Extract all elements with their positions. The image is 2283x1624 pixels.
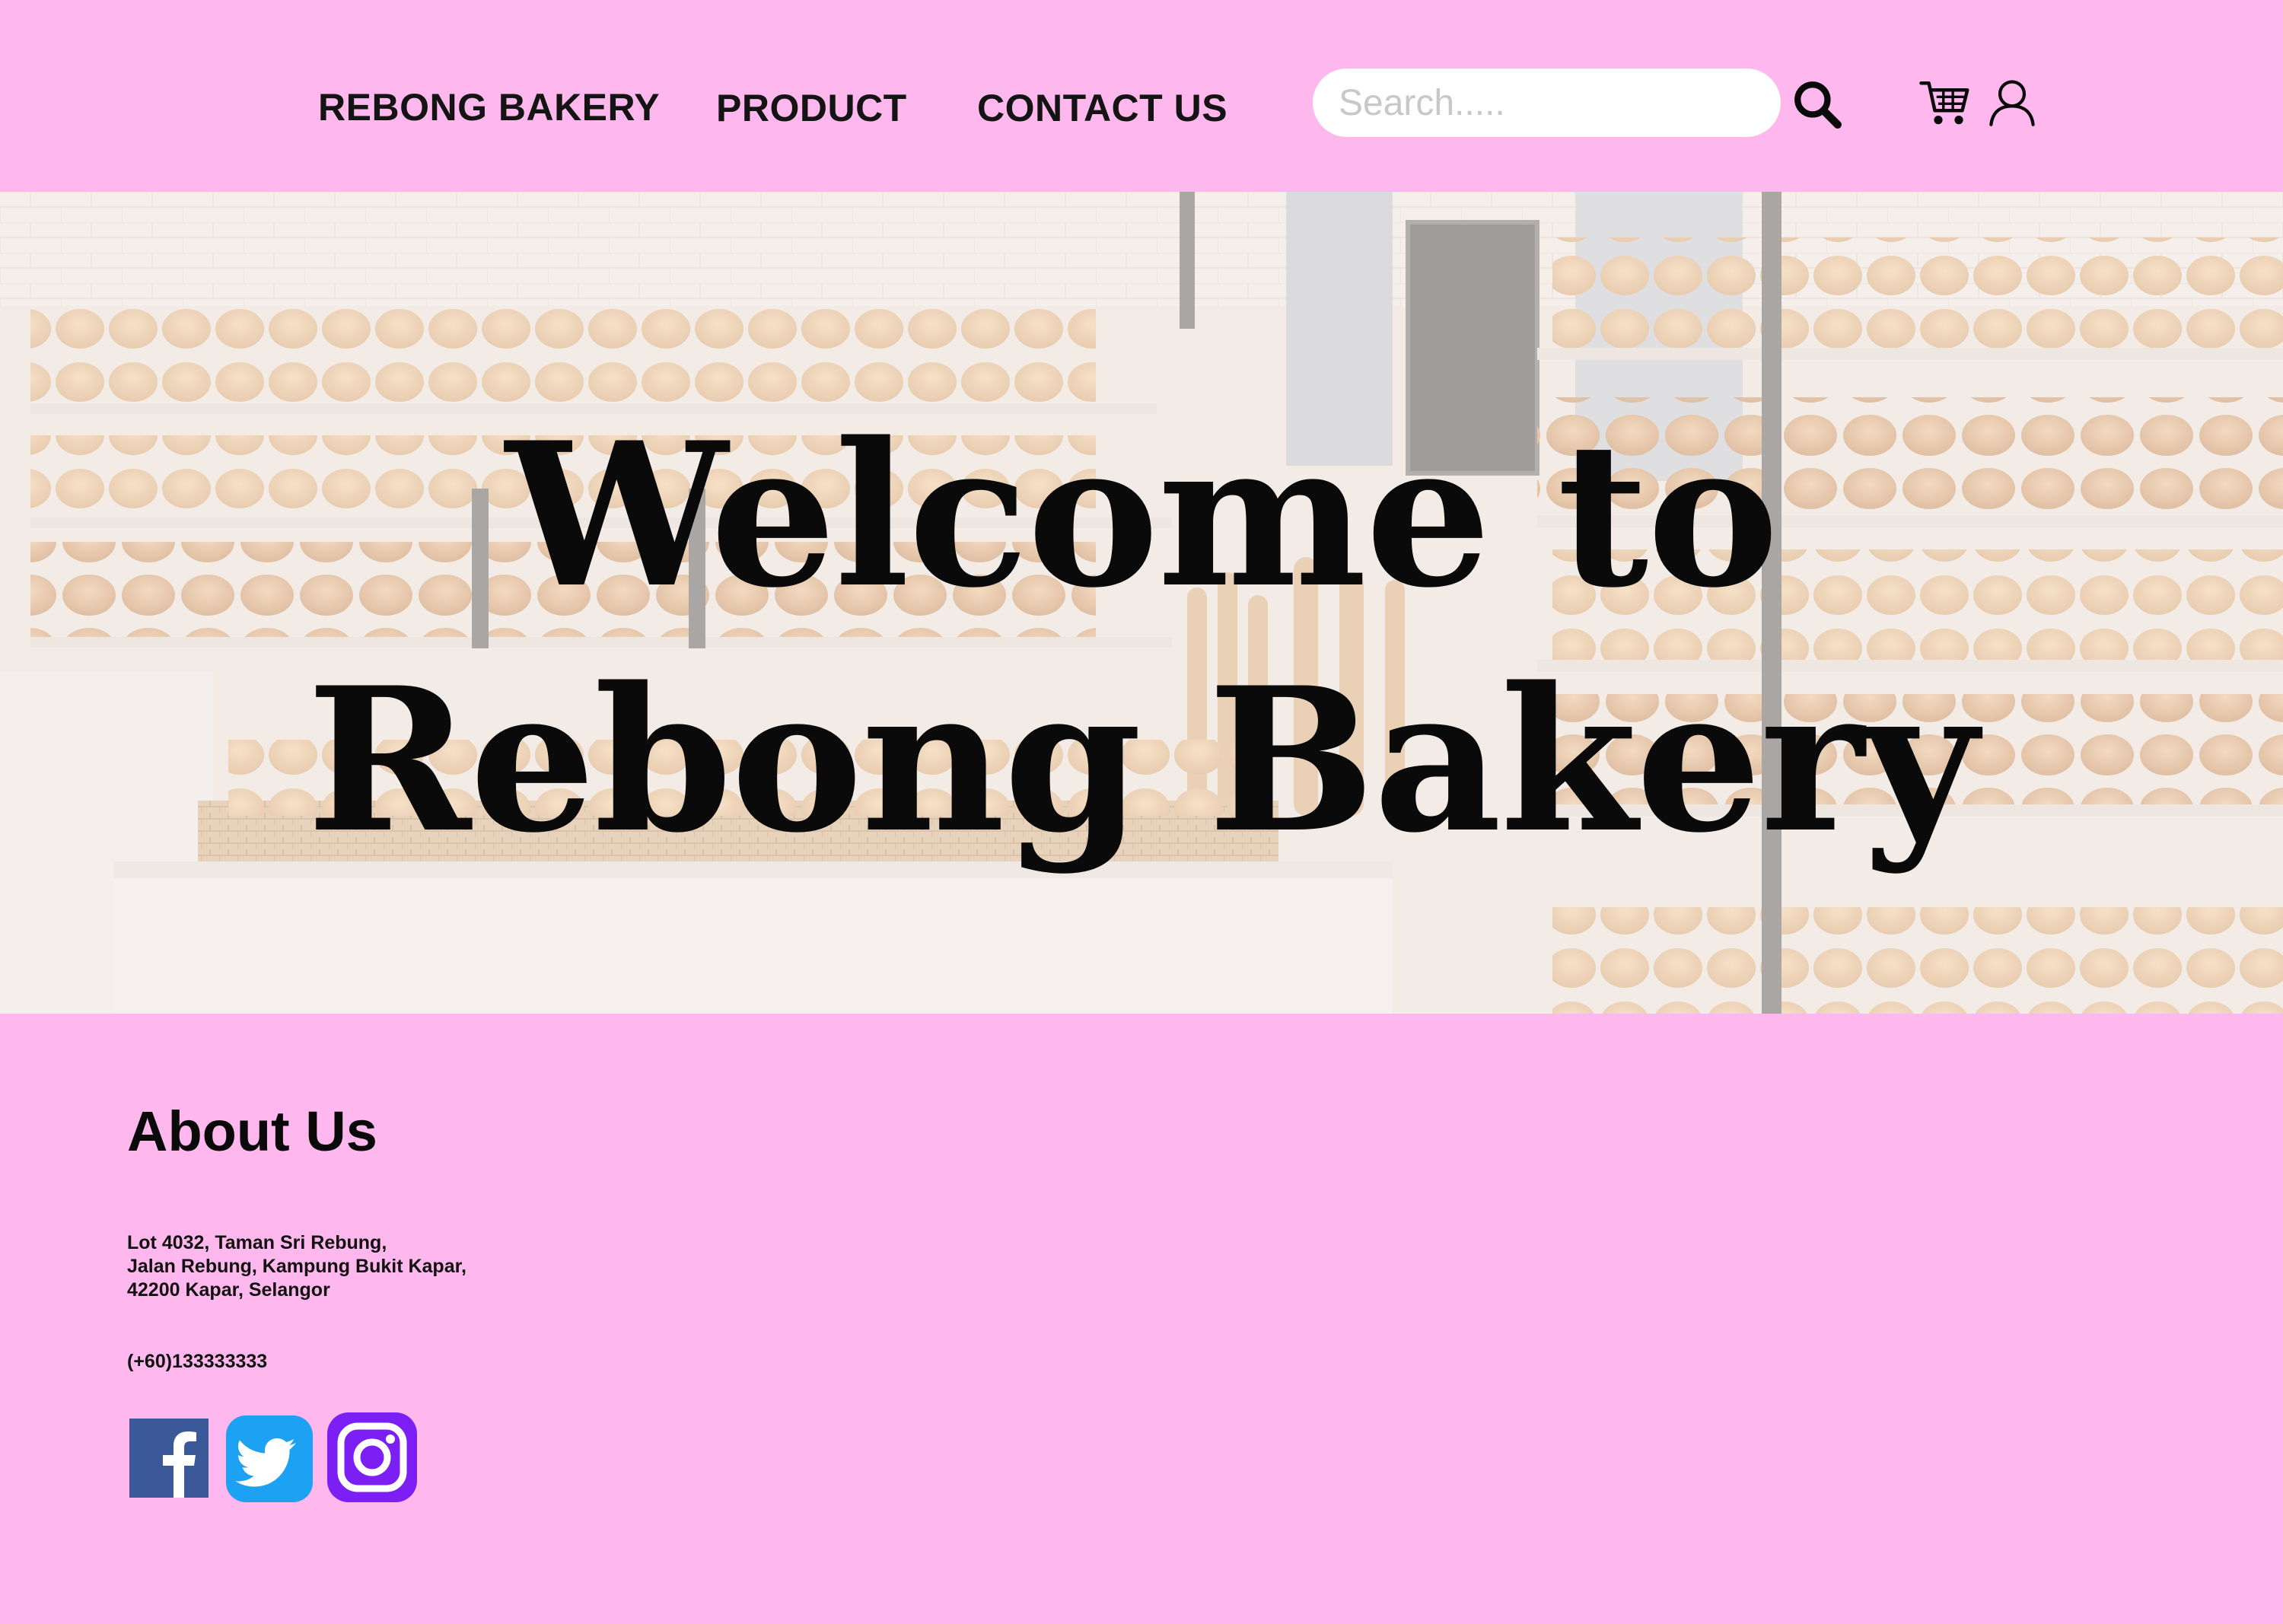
brand-link[interactable]: REBONG BAKERY bbox=[318, 88, 660, 126]
hero-title: Welcome to Rebong Bakery bbox=[0, 393, 2283, 884]
cart-icon[interactable] bbox=[1918, 75, 1973, 129]
twitter-icon bbox=[226, 1415, 313, 1502]
address: Lot 4032, Taman Sri Rebung, Jalan Rebung… bbox=[127, 1231, 466, 1302]
nav-product-link[interactable]: PRODUCT bbox=[716, 89, 907, 127]
hero-title-line2: Rebong Bakery bbox=[307, 645, 1978, 877]
twitter-link[interactable] bbox=[226, 1415, 313, 1502]
user-icon[interactable] bbox=[1986, 76, 2038, 128]
search-box bbox=[1313, 68, 1781, 137]
phone-number: (+60)133333333 bbox=[127, 1351, 268, 1372]
about-section: About Us Lot 4032, Taman Sri Rebung, Jal… bbox=[0, 1014, 2283, 1624]
search-icon[interactable] bbox=[1792, 79, 1842, 129]
address-line: Jalan Rebung, Kampung Bukit Kapar, bbox=[127, 1256, 466, 1277]
instagram-link[interactable] bbox=[327, 1412, 417, 1502]
instagram-icon bbox=[327, 1412, 417, 1502]
facebook-link[interactable] bbox=[129, 1419, 209, 1498]
address-line: 42200 Kapar, Selangor bbox=[127, 1279, 330, 1301]
about-heading: About Us bbox=[127, 1100, 377, 1163]
search-input[interactable] bbox=[1339, 68, 1765, 137]
hero-title-line1: Welcome to bbox=[505, 400, 1778, 632]
address-line: Lot 4032, Taman Sri Rebung, bbox=[127, 1232, 387, 1253]
site-header: REBONG BAKERY PRODUCT CONTACT US bbox=[0, 0, 2283, 192]
nav-contact-link[interactable]: CONTACT US bbox=[977, 89, 1227, 127]
facebook-icon bbox=[129, 1419, 209, 1498]
hero-banner: Welcome to Rebong Bakery bbox=[0, 192, 2283, 1014]
